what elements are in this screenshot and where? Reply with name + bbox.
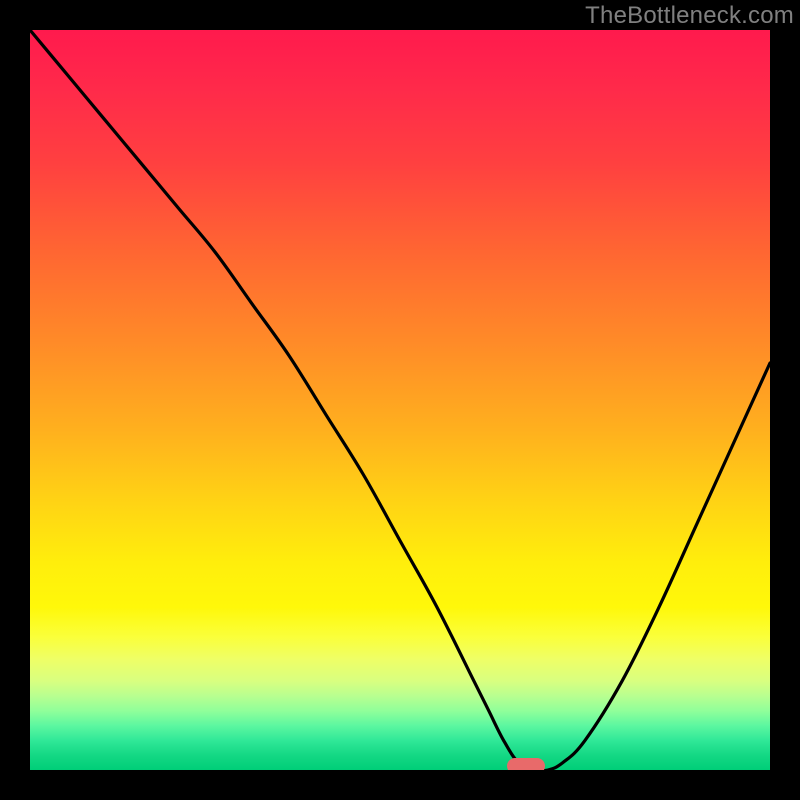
plot-area	[30, 30, 770, 770]
watermark-text: TheBottleneck.com	[585, 2, 794, 30]
curve-path	[30, 30, 770, 770]
optimal-marker	[507, 758, 545, 770]
bottleneck-curve	[30, 30, 770, 770]
chart-frame: TheBottleneck.com	[0, 0, 800, 800]
